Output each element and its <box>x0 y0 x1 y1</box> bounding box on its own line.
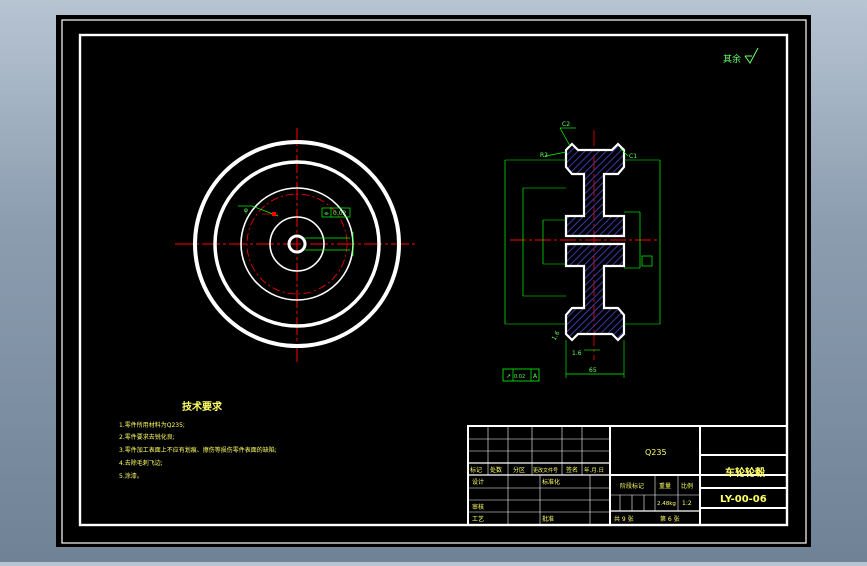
header-cell-5: 签名 <box>566 466 578 474</box>
surface-finish-note: 其余 <box>723 53 741 65</box>
tech-req-item-5: 5.涂漆。 <box>119 472 143 480</box>
svg-text:↗: ↗ <box>506 373 511 380</box>
part-name: 车轮轮毂 <box>725 466 765 479</box>
chamfer-right-label: C1 <box>629 153 637 160</box>
header-cell-2: 处数 <box>490 466 502 474</box>
row-design: 设计 <box>472 478 484 486</box>
sheet-number: 第 6 张 <box>660 515 680 523</box>
stage-mark-label: 阶段标记 <box>620 482 644 490</box>
tech-req-title: 技术要求 <box>182 400 223 413</box>
row-standard: 标准化 <box>542 478 560 486</box>
scale-value: 1:2 <box>682 500 692 507</box>
tech-req-item-2: 2.零件要求去锐化良; <box>119 433 175 441</box>
row-review: 审核 <box>472 503 484 511</box>
svg-text:⌯: ⌯ <box>324 210 329 217</box>
chamfer-left-label: R2 <box>540 152 548 159</box>
roughness-b-label: 1.6 <box>572 350 582 357</box>
header-cell-3: 分区 <box>513 466 525 474</box>
svg-text:φ: φ <box>244 207 248 214</box>
drawing-background <box>56 15 811 547</box>
drawing-canvas[interactable]: 其余 φ ⌯ 0.02 C2 C1 R2 1.6 1.6 65 ↗ 0.02 A… <box>0 0 867 562</box>
tech-req-item-1: 1.零件所用材料为Q235; <box>119 421 185 429</box>
weight-label: 重量 <box>659 482 671 490</box>
scale-label: 比例 <box>681 482 693 490</box>
width-dimension: 65 <box>589 367 597 374</box>
sheet-count: 共 9 张 <box>614 515 634 523</box>
drawing-number: LY-00-06 <box>720 494 767 505</box>
header-cell-1: 标记 <box>470 466 482 474</box>
tech-req-item-3: 3.零件加工表面上不应有划痕、擦伤等损伤零件表面的缺陷; <box>119 446 277 454</box>
header-cell-4: 更改文件号 <box>533 467 558 474</box>
material-label: Q235 <box>645 448 667 457</box>
chamfer-top-label: C2 <box>562 121 570 128</box>
weight-value: 2.48kg <box>657 501 676 507</box>
bottom-tolerance-value: 0.02 <box>514 374 525 380</box>
row-approve: 批准 <box>542 515 554 523</box>
header-cell-6: 年.月.日 <box>584 466 604 474</box>
tech-req-item-4: 4.去除毛刺飞边; <box>119 459 163 467</box>
cad-viewport[interactable]: 其余 φ ⌯ 0.02 C2 C1 R2 1.6 1.6 65 ↗ 0.02 A… <box>0 0 867 562</box>
row-process: 工艺 <box>472 515 484 523</box>
front-tolerance-value: 0.02 <box>333 210 347 217</box>
